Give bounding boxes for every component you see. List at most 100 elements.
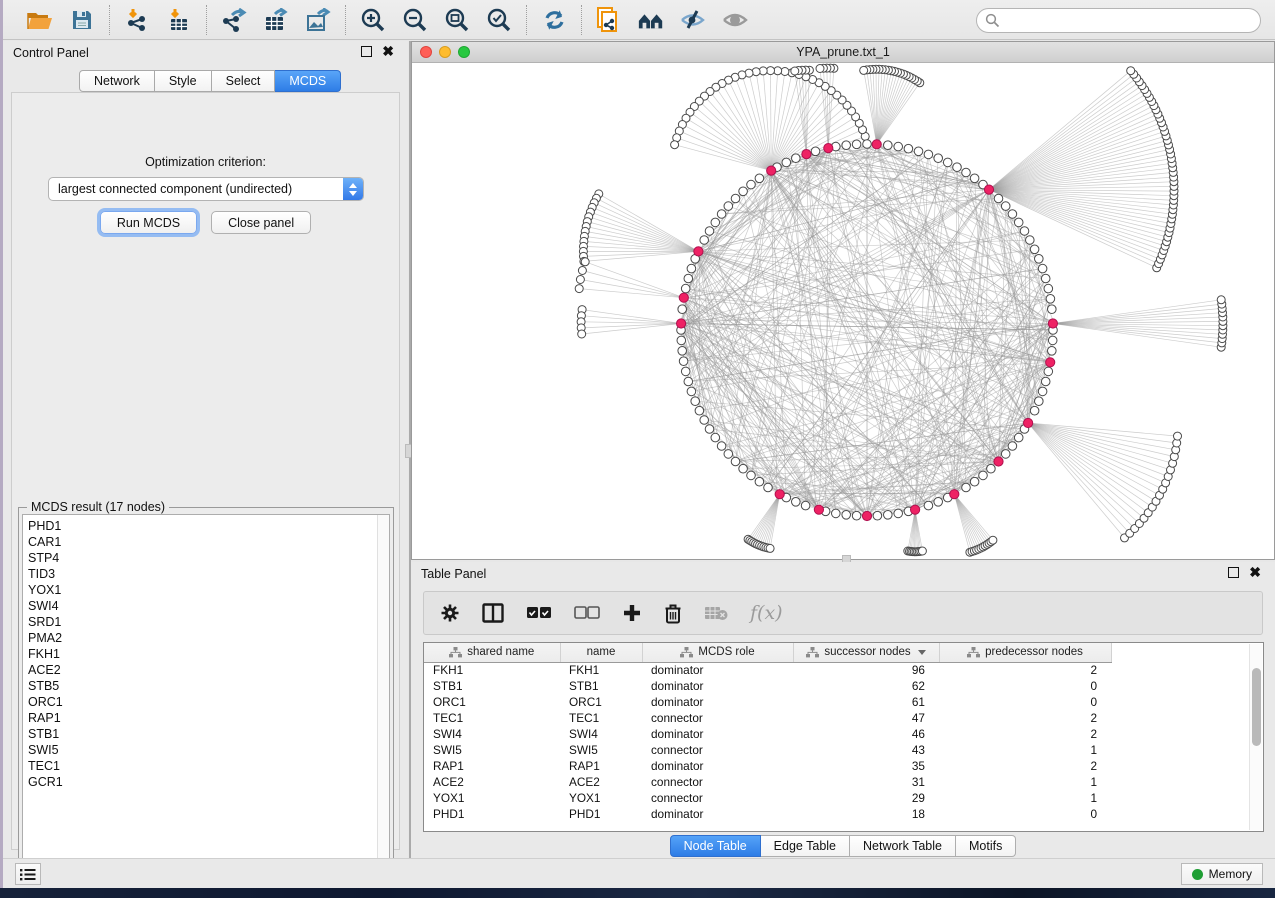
network-node[interactable] xyxy=(801,501,810,510)
network-node[interactable] xyxy=(811,147,820,156)
network-node[interactable] xyxy=(576,276,584,284)
network-node[interactable] xyxy=(950,490,959,499)
network-node[interactable] xyxy=(724,450,733,459)
network-node[interactable] xyxy=(578,267,586,275)
tab-select[interactable]: Select xyxy=(212,70,276,92)
deselect-all-icon[interactable] xyxy=(574,606,600,620)
float-table-panel-icon[interactable] xyxy=(1228,567,1239,578)
network-node[interactable] xyxy=(691,397,700,406)
network-canvas[interactable] xyxy=(412,63,1274,559)
network-node[interactable] xyxy=(767,166,776,175)
network-node[interactable] xyxy=(581,258,589,266)
network-node[interactable] xyxy=(1035,397,1044,406)
mcds-result-item[interactable]: SWI5 xyxy=(28,742,389,758)
network-node[interactable] xyxy=(695,406,704,415)
mcds-result-item[interactable]: CAR1 xyxy=(28,534,389,550)
network-node[interactable] xyxy=(700,236,709,245)
network-node[interactable] xyxy=(852,140,861,149)
add-column-icon[interactable] xyxy=(622,603,642,623)
network-node[interactable] xyxy=(717,210,726,219)
table-cell[interactable]: 29 xyxy=(793,790,939,806)
network-node[interactable] xyxy=(731,194,740,203)
table-cell[interactable]: STB1 xyxy=(560,678,642,694)
network-node[interactable] xyxy=(802,150,811,159)
network-node[interactable] xyxy=(1026,236,1035,245)
network-node[interactable] xyxy=(705,227,714,236)
zoom-in-icon[interactable] xyxy=(359,6,387,34)
table-cell[interactable]: 46 xyxy=(793,726,939,742)
network-node[interactable] xyxy=(766,544,774,552)
table-cell[interactable]: dominator xyxy=(642,758,793,774)
table-row[interactable]: TEC1TEC1connector472 xyxy=(424,710,1111,726)
network-node[interactable] xyxy=(842,141,851,150)
mcds-result-item[interactable]: STB5 xyxy=(28,678,389,694)
split-view-icon[interactable] xyxy=(482,603,504,623)
table-cell[interactable]: 1 xyxy=(939,742,1111,758)
network-node[interactable] xyxy=(739,464,748,473)
network-node[interactable] xyxy=(1046,358,1055,367)
network-node[interactable] xyxy=(979,471,988,480)
network-node[interactable] xyxy=(687,264,696,273)
network-node[interactable] xyxy=(824,144,833,153)
network-node[interactable] xyxy=(962,483,971,492)
mcds-result-scrollbar[interactable] xyxy=(377,515,389,874)
column-header-name[interactable]: name xyxy=(560,643,642,662)
network-node[interactable] xyxy=(752,68,760,76)
column-header-successor-nodes[interactable]: successor nodes xyxy=(793,643,939,662)
table-cell[interactable]: 35 xyxy=(793,758,939,774)
table-cell[interactable]: 2 xyxy=(939,710,1111,726)
network-node[interactable] xyxy=(1044,284,1053,293)
network-node[interactable] xyxy=(814,505,823,514)
mcds-result-item[interactable]: PHD1 xyxy=(28,518,389,534)
open-folder-icon[interactable] xyxy=(26,6,54,34)
network-node[interactable] xyxy=(842,511,851,520)
table-row[interactable]: FKH1FKH1dominator962 xyxy=(424,662,1111,678)
network-node[interactable] xyxy=(700,416,709,425)
table-cell[interactable]: 1 xyxy=(939,774,1111,790)
network-node[interactable] xyxy=(694,247,703,256)
network-node[interactable] xyxy=(894,142,903,151)
network-node[interactable] xyxy=(1048,336,1057,345)
table-cell[interactable]: SWI5 xyxy=(560,742,642,758)
optimization-criterion-select[interactable]: largest connected component (undirected) xyxy=(48,177,364,201)
mcds-result-item[interactable]: GCR1 xyxy=(28,774,389,790)
network-node[interactable] xyxy=(755,477,764,486)
table-cell[interactable]: RAP1 xyxy=(560,758,642,774)
table-row[interactable]: STB1STB1dominator620 xyxy=(424,678,1111,694)
gear-icon[interactable] xyxy=(440,603,460,623)
table-cell[interactable]: 62 xyxy=(793,678,939,694)
network-node[interactable] xyxy=(775,490,784,499)
network-node[interactable] xyxy=(681,284,690,293)
search-box[interactable] xyxy=(976,8,1261,33)
table-cell[interactable]: 47 xyxy=(793,710,939,726)
column-header-predecessor-nodes[interactable]: predecessor nodes xyxy=(939,643,1111,662)
network-node[interactable] xyxy=(994,194,1003,203)
new-network-from-selection-icon[interactable] xyxy=(595,6,623,34)
export-network-icon[interactable] xyxy=(220,6,248,34)
mcds-result-item[interactable]: SWI4 xyxy=(28,598,389,614)
network-node[interactable] xyxy=(1001,450,1010,459)
column-header-shared-name[interactable]: shared name xyxy=(424,643,560,662)
table-cell[interactable]: SWI4 xyxy=(560,726,642,742)
zoom-fit-icon[interactable] xyxy=(443,6,471,34)
network-node[interactable] xyxy=(1048,347,1057,356)
table-cell[interactable]: RAP1 xyxy=(424,758,560,774)
network-node[interactable] xyxy=(904,144,913,153)
table-cell[interactable]: TEC1 xyxy=(560,710,642,726)
table-cell[interactable]: 0 xyxy=(939,806,1111,822)
table-cell[interactable]: 31 xyxy=(793,774,939,790)
network-node[interactable] xyxy=(862,511,871,520)
network-node[interactable] xyxy=(578,330,586,338)
network-node[interactable] xyxy=(717,442,726,451)
run-mcds-button[interactable]: Run MCDS xyxy=(100,211,197,234)
network-node[interactable] xyxy=(1030,406,1039,415)
network-node[interactable] xyxy=(1014,433,1023,442)
table-cell[interactable]: 2 xyxy=(939,758,1111,774)
mcds-result-item[interactable]: TID3 xyxy=(28,566,389,582)
network-node[interactable] xyxy=(782,158,791,167)
memory-button[interactable]: Memory xyxy=(1181,863,1263,885)
import-network-icon[interactable] xyxy=(123,6,151,34)
tab-network[interactable]: Network xyxy=(79,70,155,92)
close-panel-icon[interactable]: ✖ xyxy=(382,46,394,57)
network-node[interactable] xyxy=(791,67,799,75)
